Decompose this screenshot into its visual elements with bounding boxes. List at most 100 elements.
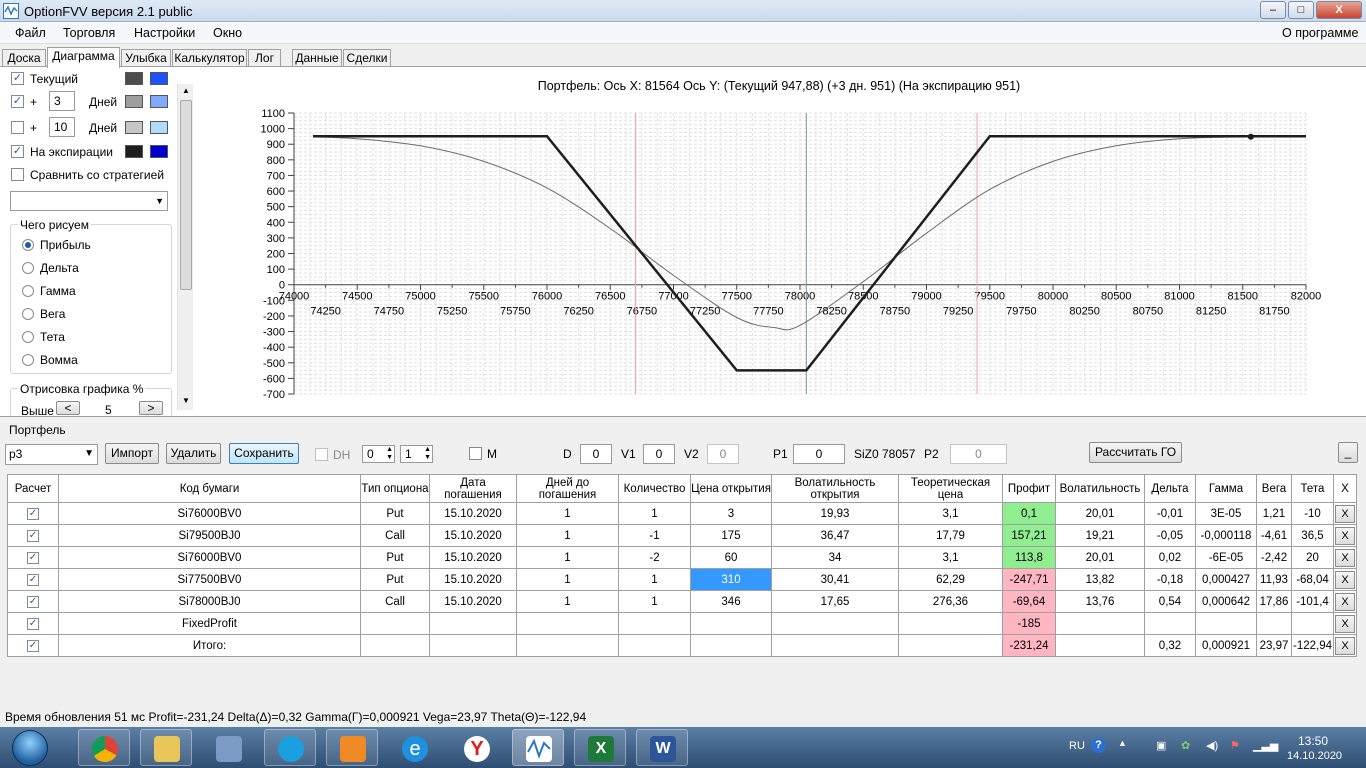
v2-field[interactable]: 0	[707, 444, 739, 464]
calc-checkbox-cell[interactable]: ✓	[7, 524, 59, 547]
remove-row-cell[interactable]: X	[1333, 612, 1357, 635]
dh-checkbox[interactable]	[315, 448, 328, 461]
column-header[interactable]: Тета	[1291, 474, 1334, 503]
import-button[interactable]: Импорт	[105, 443, 159, 464]
remove-row-cell[interactable]: X	[1333, 502, 1357, 525]
calc-checkbox[interactable]: ✓	[27, 574, 39, 586]
table-row[interactable]: ✓ Si76000BV0 Put 15.10.2020 1 -2 60 34 3,1 113,8 2…	[7, 546, 1357, 569]
days2-checkbox[interactable]	[11, 121, 24, 134]
increase-button[interactable]: >	[139, 401, 163, 415]
d-field[interactable]: 0	[580, 444, 612, 464]
days2-input[interactable]: 10	[49, 117, 75, 137]
close-button[interactable]: X	[1316, 1, 1362, 19]
table-row[interactable]: ✓ Si78000BJ0 Call 15.10.2020 1 1 346 17,65 276,3…	[7, 590, 1357, 613]
calc-checkbox[interactable]: ✓	[27, 596, 39, 608]
calc-checkbox[interactable]: ✓	[27, 530, 39, 542]
tab-smile[interactable]: Улыбка	[121, 49, 171, 67]
scroll-down-icon[interactable]: ▼	[180, 396, 192, 408]
remove-row-button[interactable]: X	[1335, 636, 1355, 655]
calc-checkbox-cell[interactable]: ✓	[7, 612, 59, 635]
days1-color-swatch[interactable]	[125, 95, 143, 108]
column-header[interactable]: Дней до погашения	[516, 474, 619, 503]
radio-vega[interactable]	[22, 308, 34, 320]
radio-theta[interactable]	[22, 331, 34, 343]
table-row[interactable]: ✓ FixedProfit -185 X	[7, 612, 1357, 635]
table-row[interactable]: ✓ Si77500BV0 Put 15.10.2020 1 1 310 30,41 62,29-…	[7, 568, 1357, 591]
strategy-select[interactable]: ▼	[10, 191, 168, 211]
taskbar-ie[interactable]: e	[388, 729, 440, 766]
expiry-alt-color-swatch[interactable]	[150, 145, 168, 158]
scroll-up-icon[interactable]: ▲	[180, 86, 192, 98]
remove-row-cell[interactable]: X	[1333, 524, 1357, 547]
days1-input[interactable]: 3	[49, 91, 75, 111]
current-checkbox[interactable]: ✓	[11, 72, 24, 85]
table-row[interactable]: ✓ Итого: -231,24 0,32 0,000921 23,97 -122,94 X	[7, 634, 1357, 657]
calc-checkbox-cell[interactable]: ✓	[7, 634, 59, 657]
remove-row-button[interactable]: X	[1335, 614, 1355, 633]
tab-data[interactable]: Данные	[292, 49, 342, 67]
column-header[interactable]: Цена открытия	[690, 474, 772, 503]
save-button[interactable]: Сохранить	[229, 443, 299, 464]
flag-icon[interactable]: ⚑	[1230, 739, 1240, 752]
tray-expand-icon[interactable]: ▲	[1118, 738, 1127, 748]
tab-log[interactable]: Лог	[248, 49, 281, 67]
remove-row-button[interactable]: X	[1335, 526, 1355, 545]
radio-vomma[interactable]	[22, 354, 34, 366]
remove-row-button[interactable]: X	[1335, 548, 1355, 567]
column-header[interactable]: Волатильность открытия	[771, 474, 899, 503]
v1-field[interactable]: 0	[643, 444, 675, 464]
taskbar-explorer[interactable]	[140, 729, 192, 766]
clock-time[interactable]: 13:50	[1298, 734, 1328, 748]
remove-row-button[interactable]: X	[1335, 592, 1355, 611]
column-header[interactable]: Дата погашения	[429, 474, 517, 503]
taskbar-optionfvv[interactable]	[512, 729, 564, 766]
menu-settings[interactable]: Настройки	[134, 26, 195, 40]
taskbar-network[interactable]	[202, 729, 254, 766]
calc-checkbox[interactable]: ✓	[27, 552, 39, 564]
menu-window[interactable]: Окно	[213, 26, 242, 40]
tray-app-icon[interactable]: ✿	[1181, 739, 1190, 752]
portfolio-select[interactable]: p3 ▼	[5, 444, 98, 465]
table-row[interactable]: ✓ Si79500BJ0 Call 15.10.2020 1 -1 175 36,47 17,7…	[7, 524, 1357, 547]
calc-checkbox[interactable]: ✓	[27, 508, 39, 520]
compare-checkbox[interactable]	[11, 168, 24, 181]
tab-deals[interactable]: Сделки	[343, 49, 391, 67]
calc-checkbox-cell[interactable]: ✓	[7, 568, 59, 591]
collapse-button[interactable]: _	[1338, 442, 1358, 463]
calc-checkbox-cell[interactable]: ✓	[7, 590, 59, 613]
dh-spinner-2[interactable]: 1 ▲ ▼	[400, 445, 433, 463]
column-header[interactable]: Тип опциона	[360, 474, 430, 503]
p2-field[interactable]: 0	[950, 444, 1007, 464]
remove-row-cell[interactable]: X	[1333, 546, 1357, 569]
expiry-checkbox[interactable]: ✓	[11, 145, 24, 158]
clock-date[interactable]: 14.10.2020	[1287, 750, 1342, 762]
calc-checkbox[interactable]: ✓	[27, 640, 39, 652]
start-button[interactable]	[4, 728, 56, 767]
days1-checkbox[interactable]: ✓	[11, 95, 24, 108]
tab-board[interactable]: Доска	[2, 49, 46, 67]
minimize-button[interactable]: –	[1260, 1, 1286, 19]
calc-margin-button[interactable]: Рассчитать ГО	[1089, 442, 1182, 463]
menu-file[interactable]: Файл	[15, 26, 46, 40]
days2-alt-color-swatch[interactable]	[150, 121, 168, 134]
column-header[interactable]: Расчет	[7, 474, 59, 503]
calc-checkbox-cell[interactable]: ✓	[7, 546, 59, 569]
current-alt-color-swatch[interactable]	[150, 72, 168, 85]
spinner-arrows-icon[interactable]: ▲ ▼	[424, 446, 431, 462]
calc-checkbox[interactable]: ✓	[27, 618, 39, 630]
column-header[interactable]: Волатильность	[1055, 474, 1145, 503]
days1-alt-color-swatch[interactable]	[150, 95, 168, 108]
column-header[interactable]: Дельта	[1144, 474, 1196, 503]
column-header[interactable]: Профит	[1002, 474, 1056, 503]
left-scrollbar[interactable]: ▲ ▼	[177, 84, 193, 410]
taskbar-chrome[interactable]	[78, 729, 130, 766]
column-header[interactable]: Код бумаги	[58, 474, 361, 503]
dh-spinner-1[interactable]: 0 ▲ ▼	[362, 445, 395, 463]
delete-button[interactable]: Удалить	[166, 443, 221, 464]
spinner-arrows-icon[interactable]: ▲ ▼	[386, 446, 393, 462]
taskbar-yandex[interactable]: Y	[450, 729, 502, 766]
volume-icon[interactable]: ◀)	[1206, 739, 1218, 752]
column-header[interactable]: X	[1333, 474, 1357, 503]
taskbar-word[interactable]: W	[636, 729, 688, 766]
radio-profit[interactable]	[22, 239, 34, 251]
